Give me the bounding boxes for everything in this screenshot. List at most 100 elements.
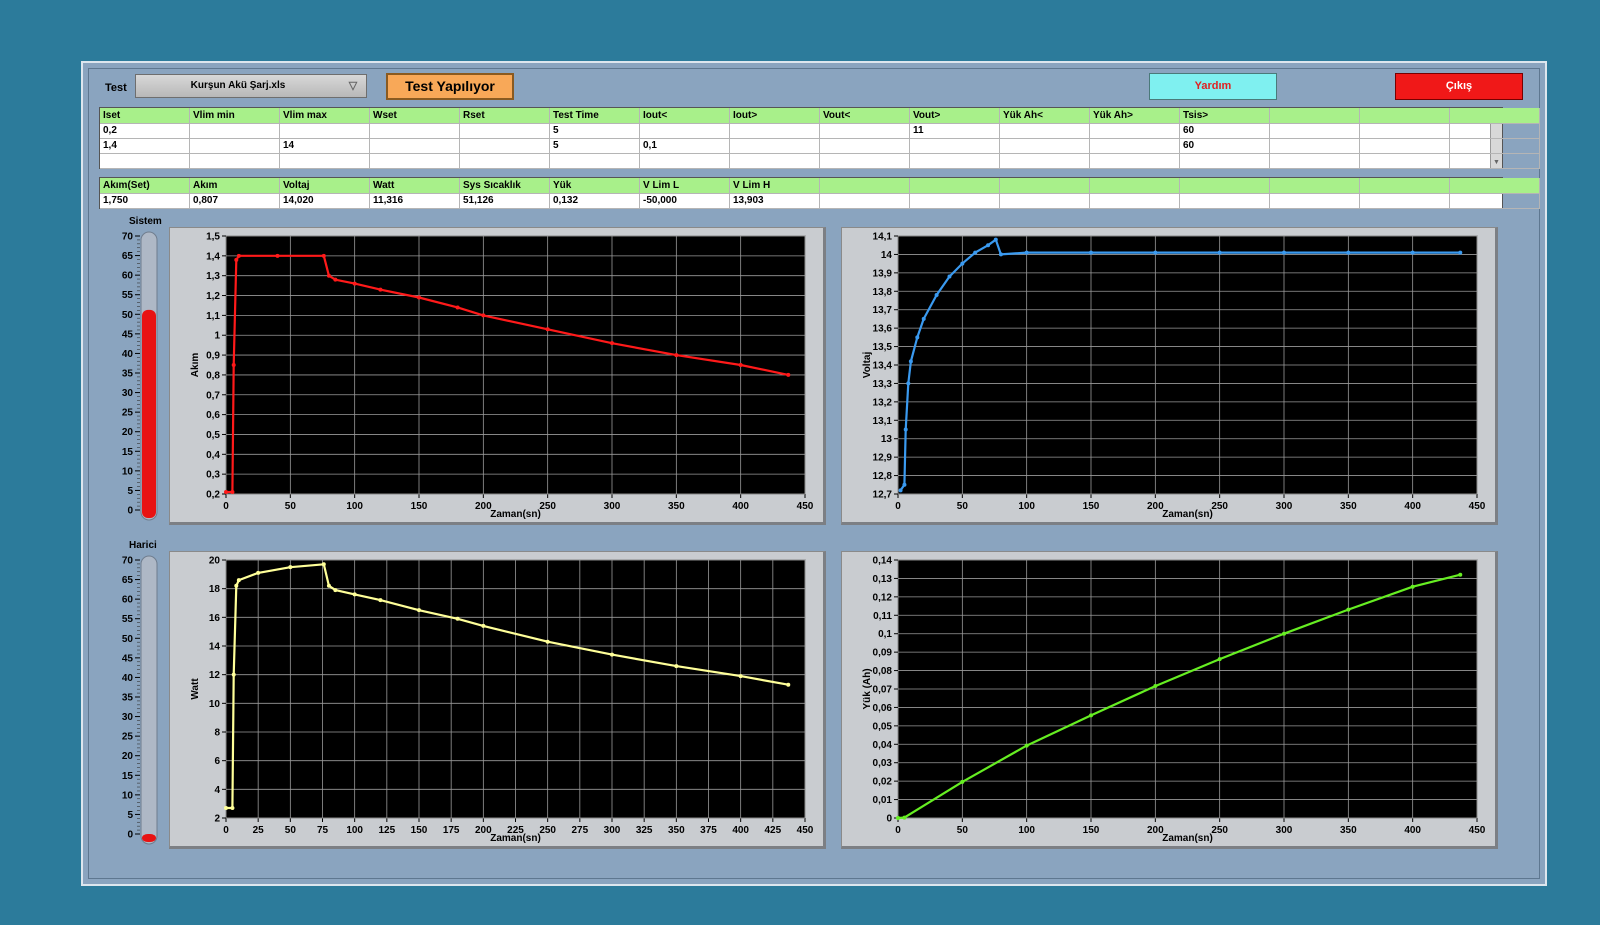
table-cell[interactable] [1450, 123, 1540, 139]
table-cell[interactable] [460, 138, 550, 154]
column-header [820, 178, 910, 194]
table-cell[interactable] [190, 123, 280, 139]
table-cell[interactable] [820, 153, 910, 169]
table-cell[interactable]: 0,2 [100, 123, 190, 139]
table-cell[interactable] [1000, 153, 1090, 169]
table-cell[interactable]: 11 [910, 123, 1000, 139]
table-cell[interactable]: 11,316 [370, 193, 460, 209]
column-header: Tsis> [1180, 108, 1270, 124]
table-cell[interactable] [730, 153, 820, 169]
table-cell[interactable] [1180, 153, 1270, 169]
settings-table[interactable]: ▲ ▼ IsetVlim minVlim maxWsetRsetTest Tim… [99, 107, 1540, 169]
table-cell[interactable] [1360, 153, 1450, 169]
table-cell[interactable] [1000, 193, 1090, 209]
y-tick-label: 18 [209, 584, 221, 595]
table-cell[interactable]: 0,807 [190, 193, 280, 209]
column-header [1360, 178, 1450, 194]
table-cell[interactable] [280, 153, 370, 169]
measurement-table: Akım(Set) Akım Voltaj Watt Sys Sıcaklık Yük V … [99, 177, 1540, 209]
test-status-button[interactable]: Test Yapılıyor [386, 73, 514, 100]
table-cell[interactable] [370, 138, 460, 154]
column-header: Yük [550, 178, 640, 194]
gauge-tick-label: 60 [122, 595, 134, 606]
y-tick-label: 13,5 [873, 342, 893, 353]
table-cell[interactable] [1000, 123, 1090, 139]
table-cell[interactable]: 0,1 [640, 138, 730, 154]
data-point [288, 565, 293, 570]
table-cell[interactable]: 14 [280, 138, 370, 154]
table-cell[interactable]: 60 [1180, 138, 1270, 154]
table-cell[interactable] [640, 123, 730, 139]
table-cell[interactable] [1450, 138, 1540, 154]
help-button[interactable]: Yardım [1149, 73, 1277, 100]
column-header: Rset [460, 108, 550, 124]
table-cell[interactable] [1090, 153, 1180, 169]
table-cell[interactable] [1090, 123, 1180, 139]
x-axis-label: Zaman(sn) [1162, 833, 1213, 844]
gauge-tick-label: 35 [122, 693, 134, 704]
table-cell[interactable] [1360, 123, 1450, 139]
data-point [545, 639, 550, 644]
table-cell[interactable] [1090, 138, 1180, 154]
table-cell[interactable] [820, 138, 910, 154]
table-cell[interactable]: 51,126 [460, 193, 550, 209]
table-cell[interactable] [820, 123, 910, 139]
table-cell[interactable] [1000, 138, 1090, 154]
table-cell[interactable]: 5 [550, 138, 640, 154]
gauge-tick-label: 25 [122, 732, 134, 743]
table-cell[interactable] [640, 153, 730, 169]
y-tick-label: 14,1 [873, 232, 893, 243]
table-cell[interactable]: 1,750 [100, 193, 190, 209]
table-cell[interactable] [730, 123, 820, 139]
y-tick-label: 0,1 [878, 629, 892, 640]
table-cell[interactable] [820, 193, 910, 209]
table-cell[interactable]: 1,4 [100, 138, 190, 154]
table-cell[interactable] [910, 193, 1000, 209]
data-point [610, 341, 614, 346]
gauge-tick-label: 0 [127, 506, 133, 517]
test-file-select[interactable]: Kurşun Akü Şarj.xls ▽ [135, 74, 367, 98]
table-cell[interactable] [1360, 138, 1450, 154]
data-point [906, 381, 911, 386]
table-cell[interactable] [1090, 193, 1180, 209]
table-cell[interactable] [1360, 193, 1450, 209]
table-cell[interactable] [370, 153, 460, 169]
gauge-tick-label: 20 [122, 427, 134, 438]
y-tick-label: 0,01 [873, 795, 893, 806]
table-cell[interactable] [460, 153, 550, 169]
table-cell[interactable] [460, 123, 550, 139]
table-cell[interactable] [100, 153, 190, 169]
y-tick-label: 13,3 [873, 379, 893, 390]
table-cell[interactable] [910, 138, 1000, 154]
table-cell[interactable] [550, 153, 640, 169]
y-tick-label: 12,7 [873, 490, 893, 501]
table-cell[interactable] [1180, 193, 1270, 209]
table-cell[interactable] [1270, 123, 1360, 139]
gauge-tick-label: 0 [127, 830, 133, 841]
data-point [915, 335, 920, 340]
table-cell[interactable] [1450, 153, 1540, 169]
data-point [326, 583, 331, 588]
table-cell[interactable] [280, 123, 370, 139]
table-cell[interactable] [1270, 138, 1360, 154]
table-cell[interactable] [190, 153, 280, 169]
table-cell[interactable] [730, 138, 820, 154]
table-cell[interactable] [370, 123, 460, 139]
table-cell[interactable]: 0,132 [550, 193, 640, 209]
table-cell[interactable]: 14,020 [280, 193, 370, 209]
table-cell[interactable] [910, 153, 1000, 169]
table-cell[interactable]: -50,000 [640, 193, 730, 209]
table-cell[interactable]: 5 [550, 123, 640, 139]
thermometer-fill [142, 309, 156, 518]
chevron-down-icon[interactable]: ▽ [344, 77, 362, 95]
table-cell[interactable] [1450, 193, 1540, 209]
exit-button[interactable]: Çıkış [1395, 73, 1523, 100]
table-cell[interactable] [190, 138, 280, 154]
y-tick-label: 12 [209, 670, 221, 681]
table-cell[interactable] [1270, 193, 1360, 209]
gauge-tick-label: 40 [122, 673, 134, 684]
table-cell[interactable] [1270, 153, 1360, 169]
gauge-tick-label: 15 [122, 771, 134, 782]
table-cell[interactable]: 13,903 [730, 193, 820, 209]
table-cell[interactable]: 60 [1180, 123, 1270, 139]
